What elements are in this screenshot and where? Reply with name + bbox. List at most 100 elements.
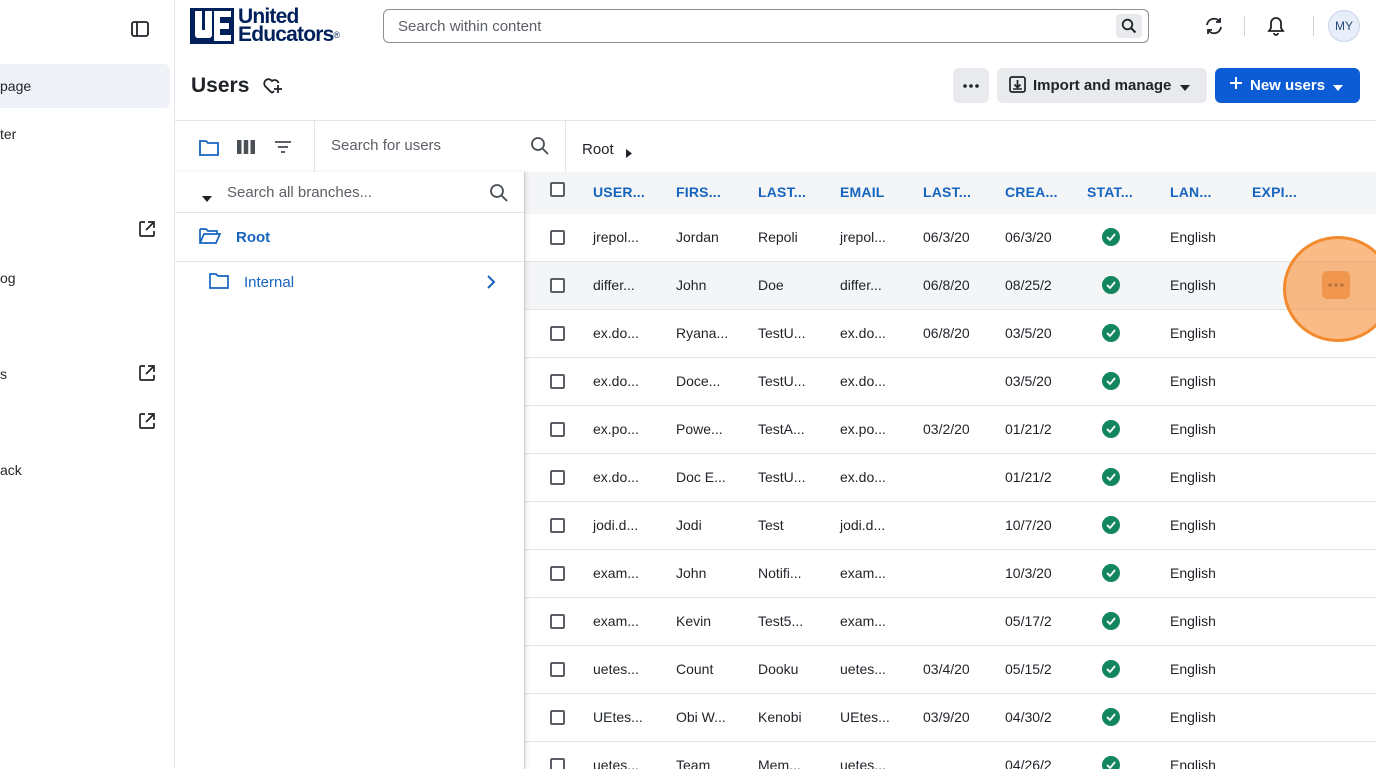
nav-item-external-1[interactable] <box>0 208 170 252</box>
cell-username: ex.do... <box>593 373 639 389</box>
nav-item-external-2[interactable]: s <box>0 352 170 396</box>
sync-icon[interactable] <box>1202 14 1226 38</box>
table-row[interactable] <box>525 502 1376 550</box>
top-header: United Educators® Search within content … <box>175 0 1376 52</box>
breadcrumb-root[interactable]: Root <box>582 141 614 158</box>
branch-item-root[interactable]: Root <box>175 213 524 262</box>
column-header-last-name[interactable]: LAST... <box>758 184 806 200</box>
filter-icon[interactable] <box>272 136 294 158</box>
caret-right-icon <box>626 145 632 161</box>
external-link-icon <box>138 220 158 240</box>
nav-item-external-3[interactable] <box>0 400 170 444</box>
column-header-expiration[interactable]: EXPI... <box>1252 184 1297 200</box>
search-icon[interactable] <box>530 136 552 158</box>
nav-item-center[interactable]: ter <box>0 112 170 156</box>
cell-username: uetes... <box>593 757 639 769</box>
header-divider <box>1244 16 1245 36</box>
row-checkbox[interactable] <box>550 662 565 677</box>
branch-root-label: Root <box>236 229 271 246</box>
cell-created: 05/17/2 <box>1005 613 1052 629</box>
table-row[interactable] <box>525 358 1376 406</box>
column-header-language[interactable]: LAN... <box>1170 184 1212 200</box>
row-checkbox[interactable] <box>550 614 565 629</box>
status-active-icon <box>1102 612 1120 630</box>
row-checkbox[interactable] <box>550 710 565 725</box>
user-avatar[interactable]: MY <box>1328 10 1360 42</box>
column-header-created[interactable]: CREA... <box>1005 184 1058 200</box>
cell-email: jodi.d... <box>840 517 886 533</box>
toolbar-divider <box>565 121 566 173</box>
column-header-last-login[interactable]: LAST... <box>923 184 971 200</box>
more-actions-button[interactable] <box>953 68 989 103</box>
cell-first-name: Kevin <box>676 613 712 629</box>
cell-language: English <box>1170 469 1216 485</box>
new-users-button[interactable]: New users <box>1215 68 1360 103</box>
cell-first-name: Doce... <box>676 373 721 389</box>
logo[interactable]: United Educators® <box>190 6 340 45</box>
column-header-first-name[interactable]: FIRS... <box>676 184 721 200</box>
folder-view-icon[interactable] <box>198 136 220 158</box>
nav-item-catalog[interactable]: og <box>0 256 170 300</box>
cell-last-login: 06/3/20 <box>923 229 970 245</box>
columns-icon[interactable] <box>235 136 257 158</box>
nav-item-homepage[interactable]: page <box>0 64 170 108</box>
cell-last-name: Notifi... <box>758 565 802 581</box>
status-active-icon <box>1102 228 1120 246</box>
row-checkbox[interactable] <box>550 566 565 581</box>
cell-language: English <box>1170 757 1216 769</box>
table-row[interactable] <box>525 550 1376 598</box>
search-icon[interactable] <box>489 183 509 206</box>
cell-username: jodi.d... <box>593 517 639 533</box>
cell-language: English <box>1170 325 1216 341</box>
import-and-manage-label: Import and manage <box>1033 77 1172 94</box>
cell-last-login: 06/8/20 <box>923 277 970 293</box>
cell-last-name: TestU... <box>758 469 806 485</box>
caret-down-icon[interactable] <box>202 189 212 205</box>
row-checkbox[interactable] <box>550 374 565 389</box>
heart-plus-icon[interactable] <box>261 75 283 97</box>
cell-created: 08/25/2 <box>1005 277 1052 293</box>
column-header-status[interactable]: STAT... <box>1087 184 1133 200</box>
column-header-username[interactable]: USER... <box>593 184 645 200</box>
cell-language: English <box>1170 421 1216 437</box>
user-search-input[interactable]: Search for users <box>331 137 441 154</box>
row-checkbox[interactable] <box>550 326 565 341</box>
cell-last-name: TestA... <box>758 421 805 437</box>
sidebar-toggle-icon[interactable] <box>129 18 151 40</box>
content-search-input[interactable]: Search within content <box>383 9 1149 43</box>
row-checkbox[interactable] <box>550 278 565 293</box>
table-row[interactable] <box>525 598 1376 646</box>
cell-first-name: Team <box>676 757 711 769</box>
nav-item-label: s <box>0 366 7 382</box>
cell-email: differ... <box>840 277 882 293</box>
row-checkbox[interactable] <box>550 518 565 533</box>
cell-email: ex.do... <box>840 373 886 389</box>
bell-icon[interactable] <box>1264 14 1288 38</box>
select-all-checkbox[interactable] <box>550 182 565 197</box>
column-header-email[interactable]: EMAIL <box>840 184 885 200</box>
cell-first-name: Obi W... <box>676 709 726 725</box>
cell-first-name: Powe... <box>676 421 723 437</box>
branch-search-input[interactable]: Search all branches... <box>175 172 524 213</box>
ue-logo-mark-icon <box>190 8 234 44</box>
table-row[interactable] <box>525 454 1376 502</box>
table-row[interactable] <box>525 742 1376 769</box>
chevron-right-icon[interactable] <box>486 274 496 293</box>
cell-last-login: 06/8/20 <box>923 325 970 341</box>
cell-created: 04/26/2 <box>1005 757 1052 769</box>
search-button[interactable] <box>1116 14 1142 38</box>
page-title: Users <box>191 74 250 97</box>
cell-created: 03/5/20 <box>1005 325 1052 341</box>
row-checkbox[interactable] <box>550 470 565 485</box>
import-and-manage-button[interactable]: Import and manage <box>997 68 1207 103</box>
row-checkbox[interactable] <box>550 230 565 245</box>
cell-email: uetes... <box>840 757 886 769</box>
cell-email: ex.do... <box>840 469 886 485</box>
nav-item-feedback[interactable]: ack <box>0 448 170 492</box>
row-checkbox[interactable] <box>550 422 565 437</box>
status-active-icon <box>1102 420 1120 438</box>
open-folder-icon <box>199 227 222 248</box>
row-checkbox[interactable] <box>550 758 565 769</box>
branch-item-internal[interactable]: Internal <box>175 262 524 304</box>
cell-last-login: 03/9/20 <box>923 709 970 725</box>
